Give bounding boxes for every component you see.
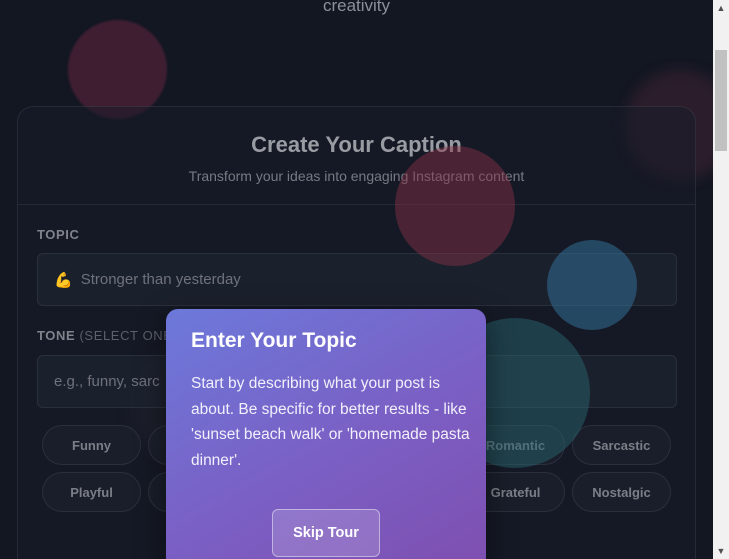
tour-body: Start by describing what your post is ab… xyxy=(191,375,470,469)
card-header: Create Your Caption Transform your ideas… xyxy=(18,107,695,205)
flexed-biceps-icon: 💪 xyxy=(54,271,73,289)
vertical-scrollbar[interactable]: ▲ ▼ xyxy=(713,0,729,559)
scroll-down-arrow-icon[interactable]: ▼ xyxy=(713,543,729,559)
card-title: Create Your Caption xyxy=(251,132,462,157)
scroll-up-arrow-icon[interactable]: ▲ xyxy=(713,0,729,16)
card-subtitle: Transform your ideas into engaging Insta… xyxy=(188,168,525,184)
tone-label-hint: (SELECT ONE xyxy=(79,328,173,343)
tour-title: Enter Your Topic xyxy=(191,329,357,352)
tone-chip-sarcastic[interactable]: Sarcastic xyxy=(572,425,671,465)
hero-tagline: creativity xyxy=(322,0,391,15)
tone-label-text: TONE xyxy=(37,328,76,343)
topic-label: TOPIC xyxy=(37,227,80,242)
tone-chip-nostalgic[interactable]: Nostalgic xyxy=(572,472,671,512)
tour-popover: Enter Your Topic Start by describing wha… xyxy=(166,309,486,559)
tone-label: TONE (SELECT ONE xyxy=(37,328,173,343)
decorative-orb xyxy=(395,146,515,266)
decorative-orb xyxy=(68,20,167,119)
scrollbar-thumb[interactable] xyxy=(715,50,727,151)
skip-tour-button[interactable]: Skip Tour xyxy=(272,509,380,557)
decorative-orb xyxy=(547,240,637,330)
tone-chip-funny[interactable]: Funny xyxy=(42,425,141,465)
topic-input-value: Stronger than yesterday xyxy=(80,271,241,288)
tone-chip-playful[interactable]: Playful xyxy=(42,472,141,512)
tone-input-placeholder: e.g., funny, sarc xyxy=(54,373,160,390)
page: creativity Create Your Caption Transform… xyxy=(0,0,713,559)
